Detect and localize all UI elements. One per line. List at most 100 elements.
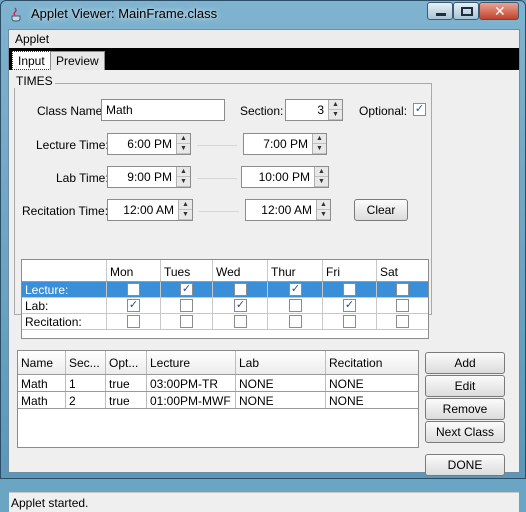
lab-end-spin-buttons[interactable]: ▲ ▼ (314, 167, 328, 187)
table-cell: 03:00PM-TR (147, 375, 236, 391)
classes-table: Name Sec... Opt... Lecture Lab Recitatio… (17, 350, 419, 448)
lecture-time-label: Lecture Time: (36, 138, 109, 152)
day-checkbox[interactable] (180, 299, 193, 312)
done-button[interactable]: DONE (425, 454, 505, 476)
day-checkbox[interactable] (289, 315, 302, 328)
lab-start-spinner[interactable]: 9:00 PM ▲ ▼ (107, 166, 191, 188)
recitation-start-spin-buttons[interactable]: ▲ ▼ (178, 200, 192, 220)
spin-down-icon[interactable]: ▼ (179, 210, 192, 220)
day-checkbox[interactable] (343, 283, 356, 296)
table-cell: NONE (329, 377, 364, 391)
table-cell: Math (18, 392, 66, 408)
next-class-button[interactable]: Next Class (425, 421, 505, 443)
spin-down-icon[interactable]: ▼ (313, 144, 326, 154)
clear-button[interactable]: Clear (354, 199, 408, 221)
recitation-end-spin-buttons[interactable]: ▲ ▼ (316, 200, 330, 220)
day-checkbox[interactable]: ✓ (234, 299, 247, 312)
maximize-icon (461, 7, 473, 16)
lecture-end-value: 7:00 PM (263, 137, 308, 151)
tab-preview[interactable]: Preview (50, 51, 105, 70)
lab-start-value: 9:00 PM (127, 170, 172, 184)
day-checkbox[interactable]: ✓ (180, 283, 193, 296)
day-checkbox[interactable] (234, 315, 247, 328)
schedule-cell (323, 314, 377, 329)
schedule-row-label: Lecture: (22, 282, 107, 297)
classes-table-header: Name Sec... Opt... Lecture Lab Recitatio… (18, 351, 418, 375)
day-checkbox[interactable] (180, 315, 193, 328)
class-name-field[interactable]: Math (101, 99, 225, 121)
table-row[interactable]: Math 1 true 03:00PM-TR NONE NONE (18, 375, 418, 392)
spin-up-icon[interactable]: ▲ (317, 200, 330, 210)
tab-input[interactable]: Input (12, 51, 51, 70)
menu-applet[interactable]: Applet (15, 32, 49, 46)
spin-up-icon[interactable]: ▲ (177, 134, 190, 144)
day-checkbox[interactable] (289, 299, 302, 312)
lab-time-separator (197, 178, 237, 179)
table-cell: NONE (236, 375, 326, 391)
day-checkbox[interactable] (396, 283, 409, 296)
schedule-cell: ✓ (323, 298, 377, 313)
spin-down-icon[interactable]: ▼ (329, 110, 342, 120)
spin-down-icon[interactable]: ▼ (177, 177, 190, 187)
spin-up-icon[interactable]: ▲ (179, 200, 192, 210)
lab-end-spinner[interactable]: 10:00 PM ▲ ▼ (241, 166, 329, 188)
day-checkbox[interactable] (127, 283, 140, 296)
lecture-start-spinner[interactable]: 6:00 PM ▲ ▼ (107, 133, 191, 155)
lab-time-label: Lab Time: (56, 171, 109, 185)
day-checkbox[interactable] (127, 315, 140, 328)
lecture-end-spinner[interactable]: 7:00 PM ▲ ▼ (243, 133, 327, 155)
day-checkbox[interactable]: ✓ (289, 283, 302, 296)
column-header-optional[interactable]: Opt... (106, 351, 147, 374)
spin-up-icon[interactable]: ▲ (315, 167, 328, 177)
recitation-time-separator (199, 211, 239, 212)
schedule-row[interactable]: Lab: ✓ ✓ ✓ (22, 298, 428, 314)
recitation-start-spinner[interactable]: 12:00 AM ▲ ▼ (107, 199, 193, 221)
lecture-start-spin-buttons[interactable]: ▲ ▼ (176, 134, 190, 154)
lab-start-spin-buttons[interactable]: ▲ ▼ (176, 167, 190, 187)
section-label: Section: (240, 104, 284, 118)
remove-button[interactable]: Remove (425, 398, 505, 420)
section-spinner[interactable]: 3 ▲ ▼ (285, 99, 343, 121)
maximize-button[interactable] (453, 2, 479, 20)
table-cell: 01:00PM-MWF (147, 392, 236, 408)
day-checkbox[interactable] (234, 283, 247, 296)
column-header-lab[interactable]: Lab (236, 351, 326, 374)
lab-end-value: 10:00 PM (258, 170, 310, 184)
schedule-cell (161, 298, 213, 313)
schedule-cell: ✓ (213, 298, 268, 313)
lecture-end-spin-buttons[interactable]: ▲ ▼ (312, 134, 326, 154)
column-header-recitation[interactable]: Recitation (326, 351, 418, 374)
add-button[interactable]: Add (425, 352, 505, 374)
day-checkbox[interactable]: ✓ (127, 299, 140, 312)
edit-button[interactable]: Edit (425, 375, 505, 397)
schedule-cell (268, 314, 323, 329)
table-cell: 2 (66, 392, 106, 408)
schedule-row[interactable]: Lecture: ✓ ✓ (22, 282, 428, 298)
day-checkbox[interactable] (396, 315, 409, 328)
spin-up-icon[interactable]: ▲ (313, 134, 326, 144)
day-checkbox[interactable] (343, 315, 356, 328)
column-header-lecture[interactable]: Lecture (147, 351, 236, 374)
table-cell: true (106, 392, 147, 408)
schedule-cell (377, 282, 428, 297)
column-header-name[interactable]: Name (18, 351, 66, 374)
schedule-cell (161, 314, 213, 329)
schedule-cell (323, 282, 377, 297)
spin-down-icon[interactable]: ▼ (177, 144, 190, 154)
table-row[interactable]: Math 2 true 01:00PM-MWF NONE NONE (18, 392, 418, 409)
day-checkbox[interactable] (396, 299, 409, 312)
spin-up-icon[interactable]: ▲ (329, 100, 342, 110)
day-checkbox[interactable]: ✓ (343, 299, 356, 312)
minimize-icon (436, 13, 446, 16)
recitation-end-spinner[interactable]: 12:00 AM ▲ ▼ (245, 199, 331, 221)
minimize-button[interactable] (427, 2, 453, 20)
spin-up-icon[interactable]: ▲ (177, 167, 190, 177)
schedule-row[interactable]: Recitation: (22, 314, 428, 330)
section-spin-buttons[interactable]: ▲ ▼ (328, 100, 342, 120)
column-header-section[interactable]: Sec... (66, 351, 106, 374)
title-bar[interactable]: Applet Viewer: MainFrame.class ✕ (1, 1, 525, 27)
close-button[interactable]: ✕ (479, 2, 519, 20)
spin-down-icon[interactable]: ▼ (317, 210, 330, 220)
optional-checkbox[interactable]: ✓ (413, 103, 426, 116)
spin-down-icon[interactable]: ▼ (315, 177, 328, 187)
